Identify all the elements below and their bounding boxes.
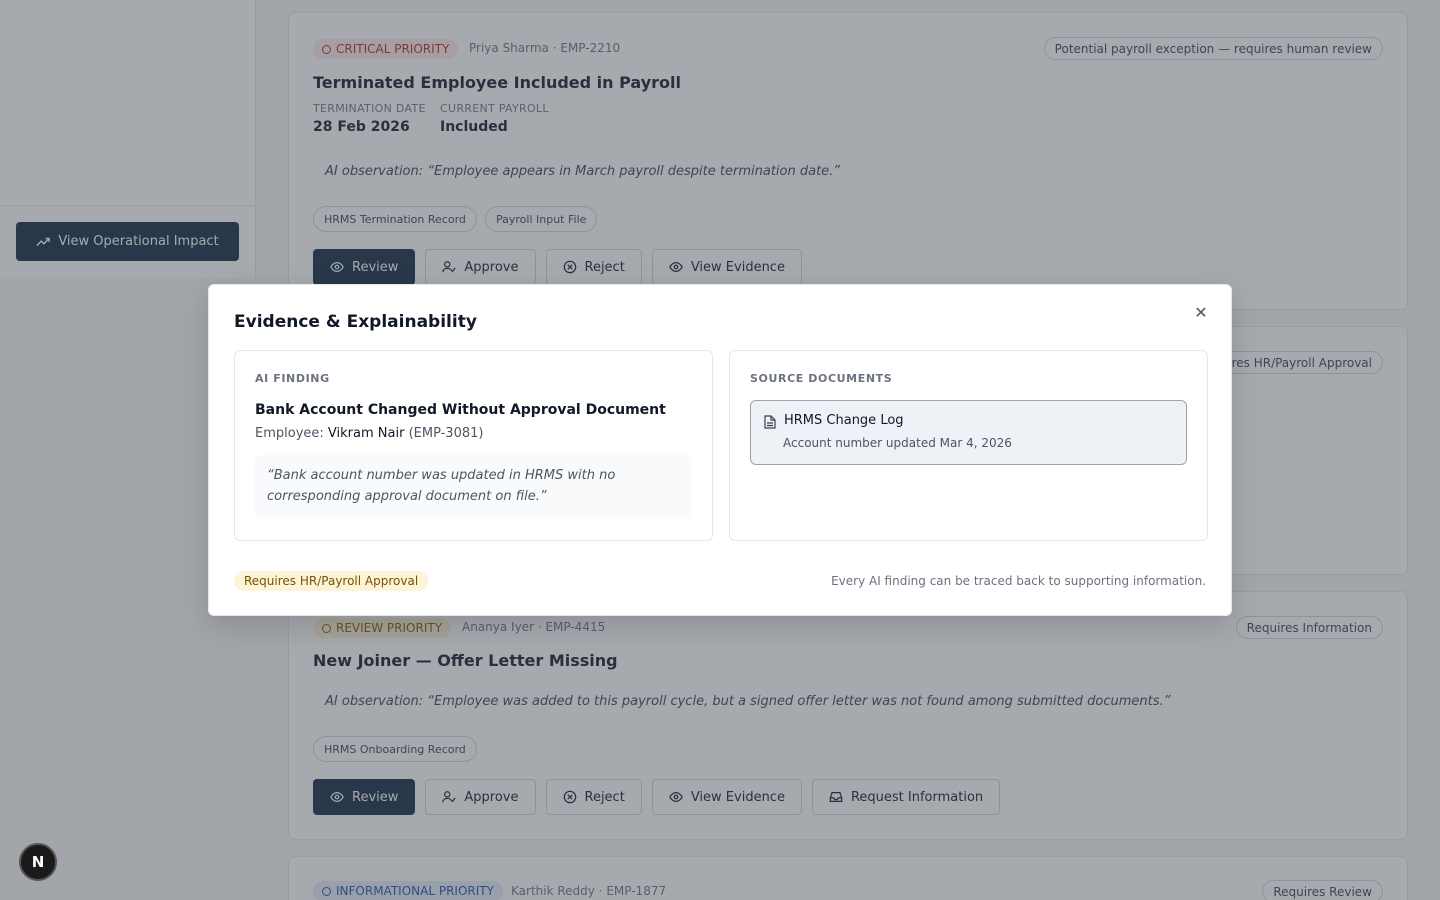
modal-title: Evidence & Explainability (234, 312, 477, 332)
finding-quote: “Bank account number was updated in HRMS… (255, 455, 692, 519)
ai-finding-panel: AI FINDING Bank Account Changed Without … (234, 350, 713, 541)
ai-finding-label: AI FINDING (255, 372, 330, 385)
finding-title: Bank Account Changed Without Approval Do… (255, 402, 666, 418)
approval-badge: Requires HR/Payroll Approval (234, 571, 429, 591)
document-description: Account number updated Mar 4, 2026 (783, 436, 1012, 450)
document-name: HRMS Change Log (784, 413, 904, 428)
employee-prefix: Employee: (255, 426, 324, 441)
employee-name: Vikram Nair (327, 426, 405, 441)
source-document-item[interactable]: HRMS Change Log Account number updated M… (750, 400, 1187, 465)
nextjs-dev-button[interactable]: N (19, 843, 57, 881)
file-text-icon (764, 415, 776, 429)
finding-employee: Employee: Vikram Nair (EMP-3081) (255, 426, 483, 441)
source-documents-panel: SOURCE DOCUMENTS HRMS Change Log Account… (729, 350, 1208, 541)
evidence-modal: Evidence & Explainability ✕ AI FINDING B… (208, 284, 1232, 616)
traceability-note: Every AI finding can be traced back to s… (831, 574, 1206, 588)
employee-id: (EMP-3081) (408, 426, 484, 441)
close-icon[interactable]: ✕ (1193, 305, 1209, 321)
source-documents-label: SOURCE DOCUMENTS (750, 372, 893, 385)
